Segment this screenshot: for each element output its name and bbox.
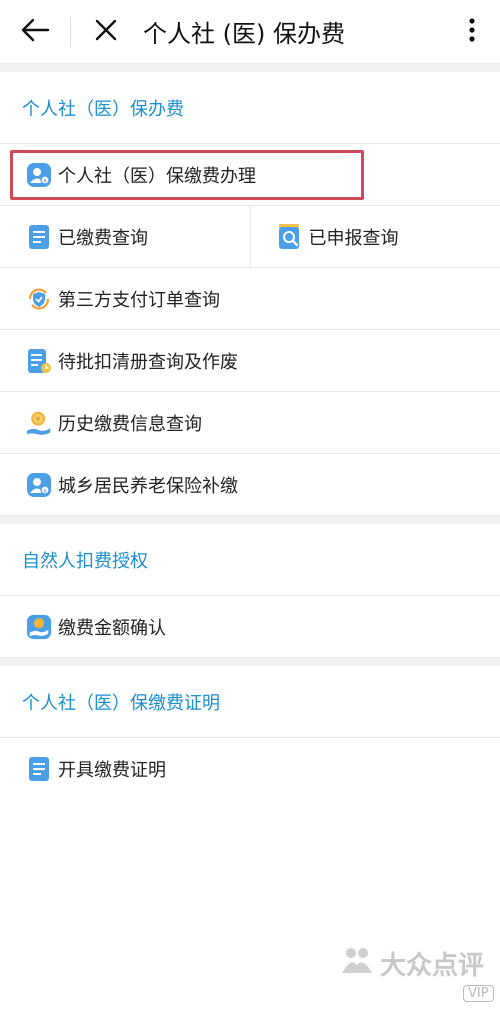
document-list-icon [26,756,52,782]
svg-text:¥: ¥ [43,488,47,495]
back-button[interactable] [0,0,70,64]
document-search-icon [277,223,303,250]
close-button[interactable] [71,0,141,64]
more-vertical-icon [468,17,476,47]
svg-text:¥: ¥ [36,415,41,423]
top-bar: 个人社 (医) 保办费 [0,0,500,64]
document-clock-icon [26,348,52,374]
watermark: 大众点评 [340,945,484,982]
list-item-label: 已申报查询 [308,227,399,249]
section-title: 个人社（医）保办费 [0,72,500,144]
list-item-payment-handling[interactable]: ¥ 个人社（医）保缴费办理 [0,144,500,206]
list-item-paid-query[interactable]: 已缴费查询 [0,206,250,267]
list-item-label: 个人社（医）保缴费办理 [58,165,256,187]
list-item-label: 已缴费查询 [58,227,148,249]
section-gap [0,516,500,524]
list-item-label: 城乡居民养老保险补缴 [58,475,238,497]
section-gap [0,658,500,666]
shield-cycle-icon [26,286,52,312]
list-item-label: 第三方支付订单查询 [58,289,220,311]
svg-text:¥: ¥ [43,178,47,185]
person-badge-icon: ¥ [26,472,52,498]
coin-hand-icon: ¥ [26,410,52,436]
page-title: 个人社 (医) 保办费 [143,20,345,48]
list-row-split: 已缴费查询 已申报查询 [0,206,500,268]
list-item-label: 历史缴费信息查询 [58,413,202,435]
list-item-label: 待批扣清册查询及作废 [58,351,238,373]
watermark-vip-tag: VIP [463,985,494,1002]
coin-hand-icon [26,614,52,640]
section-gap [0,64,500,72]
section-payment-certificate: 个人社（医）保缴费证明 开具缴费证明 [0,666,500,800]
more-button[interactable] [444,0,500,64]
list-item-amount-confirm[interactable]: 缴费金额确认 [0,596,500,658]
section-title: 自然人扣费授权 [0,524,500,596]
person-badge-icon: ¥ [26,162,52,188]
list-item-declared-query[interactable]: 已申报查询 [249,206,500,267]
list-item-pension-supplement[interactable]: ¥ 城乡居民养老保险补缴 [0,454,500,516]
list-item-pending-deduction[interactable]: 待批扣清册查询及作废 [0,330,500,392]
document-list-icon [26,224,52,250]
list-item-label: 开具缴费证明 [58,759,166,781]
section-social-insurance: 个人社（医）保办费 ¥ 个人社（医）保缴费办理 已缴费查询 已申报查询 第三方支… [0,72,500,516]
watermark-brand: 大众点评 [380,951,485,981]
close-icon [94,18,118,46]
watermark-logo-icon [340,945,374,982]
list-item-history-query[interactable]: ¥ 历史缴费信息查询 [0,392,500,454]
arrow-left-icon [20,18,50,46]
section-title: 个人社（医）保缴费证明 [0,666,500,738]
section-deduction-authorization: 自然人扣费授权 缴费金额确认 [0,524,500,658]
list-item-label: 缴费金额确认 [58,617,166,639]
list-item-third-party-order[interactable]: 第三方支付订单查询 [0,268,500,330]
